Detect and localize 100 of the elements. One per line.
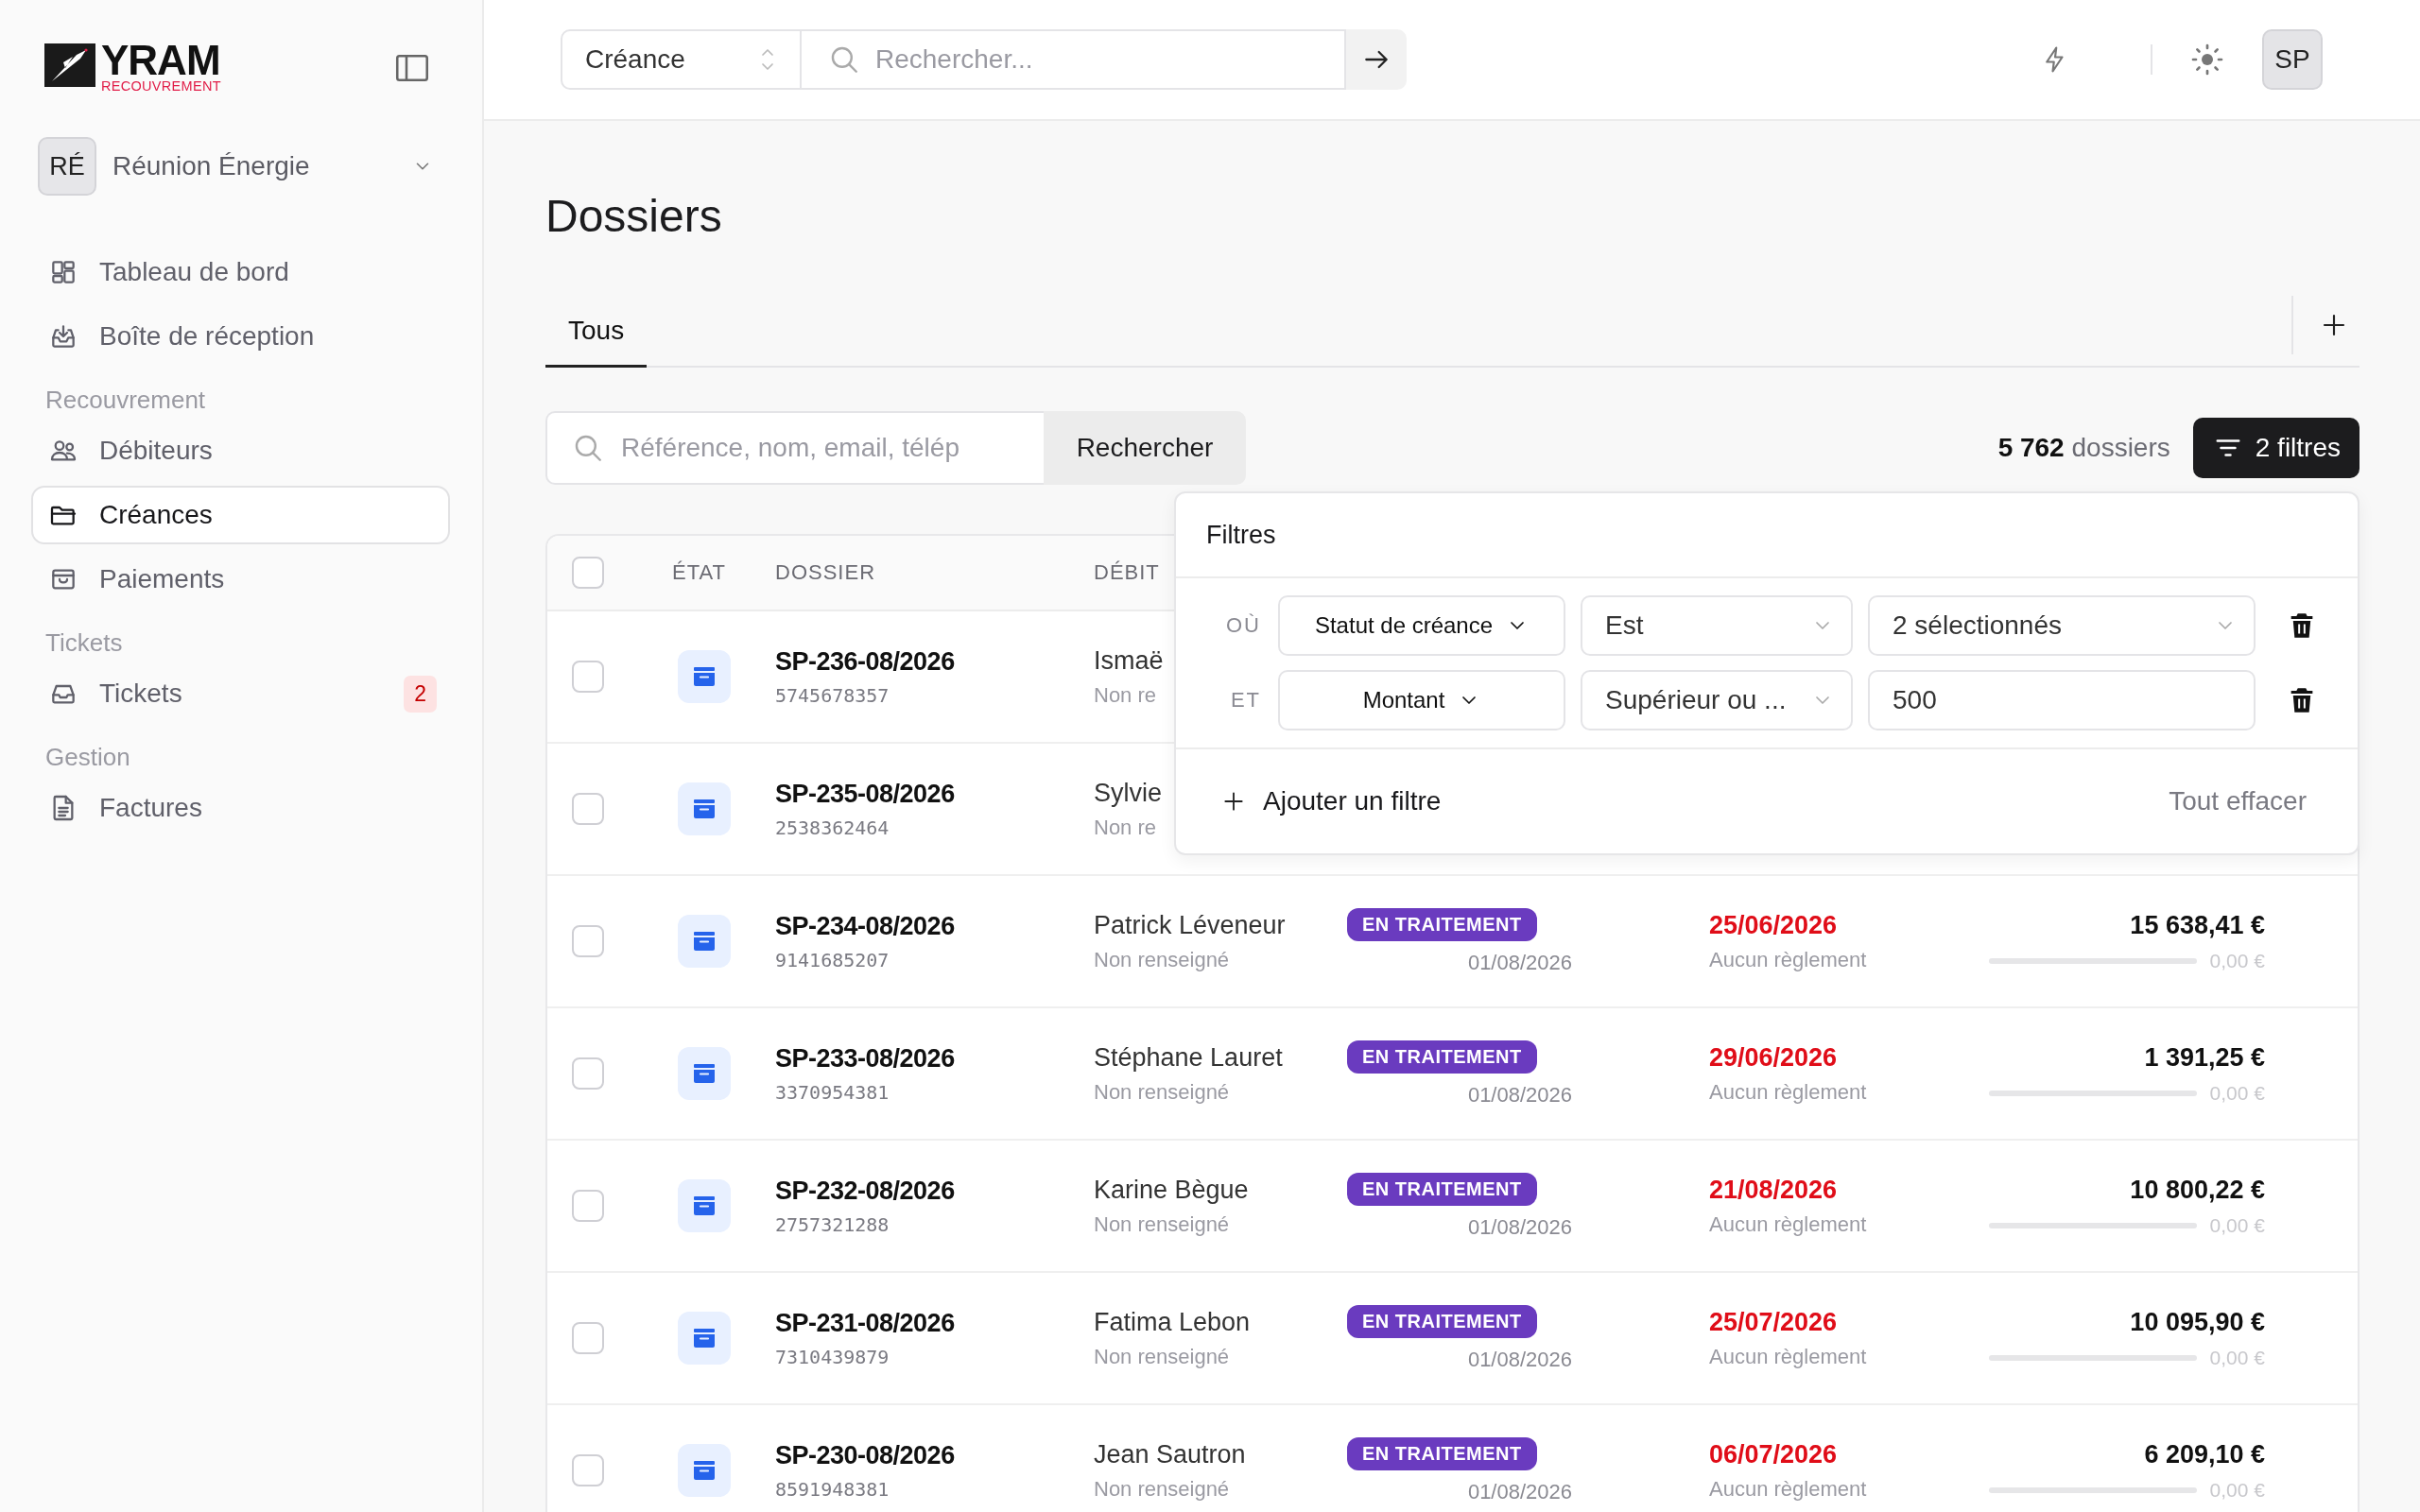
add-filter-button[interactable]: Ajouter un filtre <box>1221 786 1442 816</box>
value-select[interactable]: 2 sélectionnés <box>1868 595 2256 656</box>
payment-status: Aucun règlement <box>1709 1476 1867 1502</box>
debtor-detail: Non renseigné <box>1094 1476 1230 1502</box>
select-all-checkbox[interactable] <box>572 557 604 589</box>
nav-item[interactable]: Créances <box>31 486 450 544</box>
payment-status: Aucun règlement <box>1709 1211 1867 1237</box>
field-select[interactable]: Statut de créance <box>1278 595 1565 656</box>
archive-icon <box>678 1444 731 1497</box>
nav-section-label: Tickets <box>44 627 124 659</box>
dossier-number[interactable]: SP-230-08/2026 <box>775 1440 955 1470</box>
row-checkbox[interactable] <box>572 925 604 957</box>
brand-name: YRAM <box>101 43 220 77</box>
amount: 6 209,10 € <box>2144 1439 2265 1469</box>
dossier-number[interactable]: SP-236-08/2026 <box>775 646 955 677</box>
debtor-name: Fatima Lebon <box>1094 1307 1251 1337</box>
nav-section-label: Gestion <box>44 742 131 773</box>
result-count: 5 762 dossiers <box>1997 433 2170 463</box>
debtor-detail: Non renseigné <box>1094 1344 1230 1369</box>
user-avatar[interactable]: SP <box>2262 29 2323 90</box>
nav-item[interactable]: Débiteurs <box>31 421 450 480</box>
row-checkbox[interactable] <box>572 661 604 693</box>
reference-number: 5745678357 <box>775 683 890 707</box>
row-checkbox[interactable] <box>572 1322 604 1354</box>
org-name[interactable]: Réunion Énergie <box>112 151 396 181</box>
condition-label: ET <box>1229 688 1262 713</box>
archive-icon <box>678 1047 731 1100</box>
reference-number: 3370954381 <box>775 1080 890 1104</box>
debtor-detail: Non renseigné <box>1094 1079 1230 1105</box>
count-badge: 2 <box>404 675 437 713</box>
debtor-name: Karine Bègue <box>1094 1175 1249 1205</box>
debtor-detail: Non renseigné <box>1094 1211 1230 1237</box>
created-date: 01/08/2026 <box>1467 1347 1572 1372</box>
filter-button[interactable]: 2 filtres <box>2192 418 2360 478</box>
row-checkbox[interactable] <box>572 1454 604 1486</box>
status-badge: EN TRAITEMENT <box>1347 907 1537 941</box>
debtor-name: Ismaë <box>1094 645 1164 676</box>
created-date: 01/08/2026 <box>1467 1479 1572 1504</box>
reference-number: 2538362464 <box>775 816 890 839</box>
nav-item[interactable]: Tickets 2 <box>31 664 450 723</box>
sidebar-toggle-icon[interactable] <box>395 54 429 82</box>
nav-item[interactable]: Paiements <box>31 550 450 609</box>
status-badge: EN TRAITEMENT <box>1347 1172 1537 1206</box>
column-header: ÉTAT <box>672 560 727 585</box>
due-date: 06/07/2026 <box>1709 1439 1838 1469</box>
scope-select[interactable]: Créance <box>561 29 802 90</box>
due-date: 21/08/2026 <box>1709 1175 1838 1205</box>
archive-icon <box>678 1179 731 1232</box>
page-title: Dossiers <box>545 190 723 243</box>
reference-number: 8591948381 <box>775 1477 890 1501</box>
status-badge: EN TRAITEMENT <box>1347 1436 1537 1470</box>
archive-icon <box>678 650 731 703</box>
org-avatar: RÉ <box>38 137 96 196</box>
clear-all-link[interactable]: Tout effacer <box>2169 786 2307 816</box>
nav-item[interactable]: Tableau de bord <box>31 243 450 301</box>
search-button[interactable]: Rechercher <box>1044 411 1246 485</box>
operator-select[interactable]: Supérieur ou ... <box>1581 670 1853 730</box>
payment-status: Aucun règlement <box>1709 1079 1867 1105</box>
amount: 10 095,90 € <box>2130 1307 2265 1337</box>
value-field[interactable]: 500 <box>1868 670 2256 730</box>
debtor-name: Jean Sautron <box>1094 1439 1246 1469</box>
payment-status: Aucun règlement <box>1709 1344 1867 1369</box>
debtor-detail: Non renseigné <box>1094 947 1230 972</box>
tab[interactable]: Tous <box>545 296 648 368</box>
status-badge: EN TRAITEMENT <box>1347 1040 1537 1074</box>
nav-item[interactable]: Boîte de réception <box>31 307 450 366</box>
logo-icon <box>44 43 95 87</box>
dossier-number[interactable]: SP-234-08/2026 <box>775 911 955 941</box>
debtor-detail: Non re <box>1094 815 1157 840</box>
row-checkbox[interactable] <box>572 1057 604 1090</box>
dossier-number[interactable]: SP-232-08/2026 <box>775 1176 955 1206</box>
dossier-number[interactable]: SP-233-08/2026 <box>775 1043 955 1074</box>
archive-icon <box>678 782 731 835</box>
dossier-number[interactable]: SP-235-08/2026 <box>775 779 955 809</box>
field-select[interactable]: Montant <box>1278 670 1565 730</box>
nav-item[interactable]: Factures <box>31 779 450 837</box>
archive-icon <box>678 1312 731 1365</box>
column-header: DOSSIER <box>775 560 877 585</box>
operator-select[interactable]: Est <box>1581 595 1853 656</box>
due-date: 25/06/2026 <box>1709 910 1838 940</box>
dossier-number[interactable]: SP-231-08/2026 <box>775 1308 955 1338</box>
status-badge: EN TRAITEMENT <box>1347 1304 1537 1338</box>
payment-status: Aucun règlement <box>1709 947 1867 972</box>
theme-toggle-icon[interactable] <box>2190 43 2224 77</box>
row-checkbox[interactable] <box>572 1190 604 1222</box>
submit-button[interactable] <box>1346 29 1407 90</box>
debtor-detail: Non re <box>1094 682 1157 708</box>
column-header: DÉBIT <box>1094 560 1161 585</box>
brand-tagline: RECOUVREMENT <box>101 78 221 94</box>
nav-section-label: Recouvrement <box>44 385 207 416</box>
row-checkbox[interactable] <box>572 793 604 825</box>
debtor-name: Patrick Léveneur <box>1094 910 1286 940</box>
created-date: 01/08/2026 <box>1467 1214 1572 1240</box>
due-date: 29/06/2026 <box>1709 1042 1838 1073</box>
amount: 1 391,25 € <box>2144 1042 2265 1073</box>
reference-number: 2757321288 <box>775 1212 890 1236</box>
reference-number: 7310439879 <box>775 1345 890 1368</box>
panel-title: Filtres <box>1176 493 2358 578</box>
reference-number: 9141685207 <box>775 948 890 971</box>
debtor-name: Sylvie <box>1094 778 1163 808</box>
